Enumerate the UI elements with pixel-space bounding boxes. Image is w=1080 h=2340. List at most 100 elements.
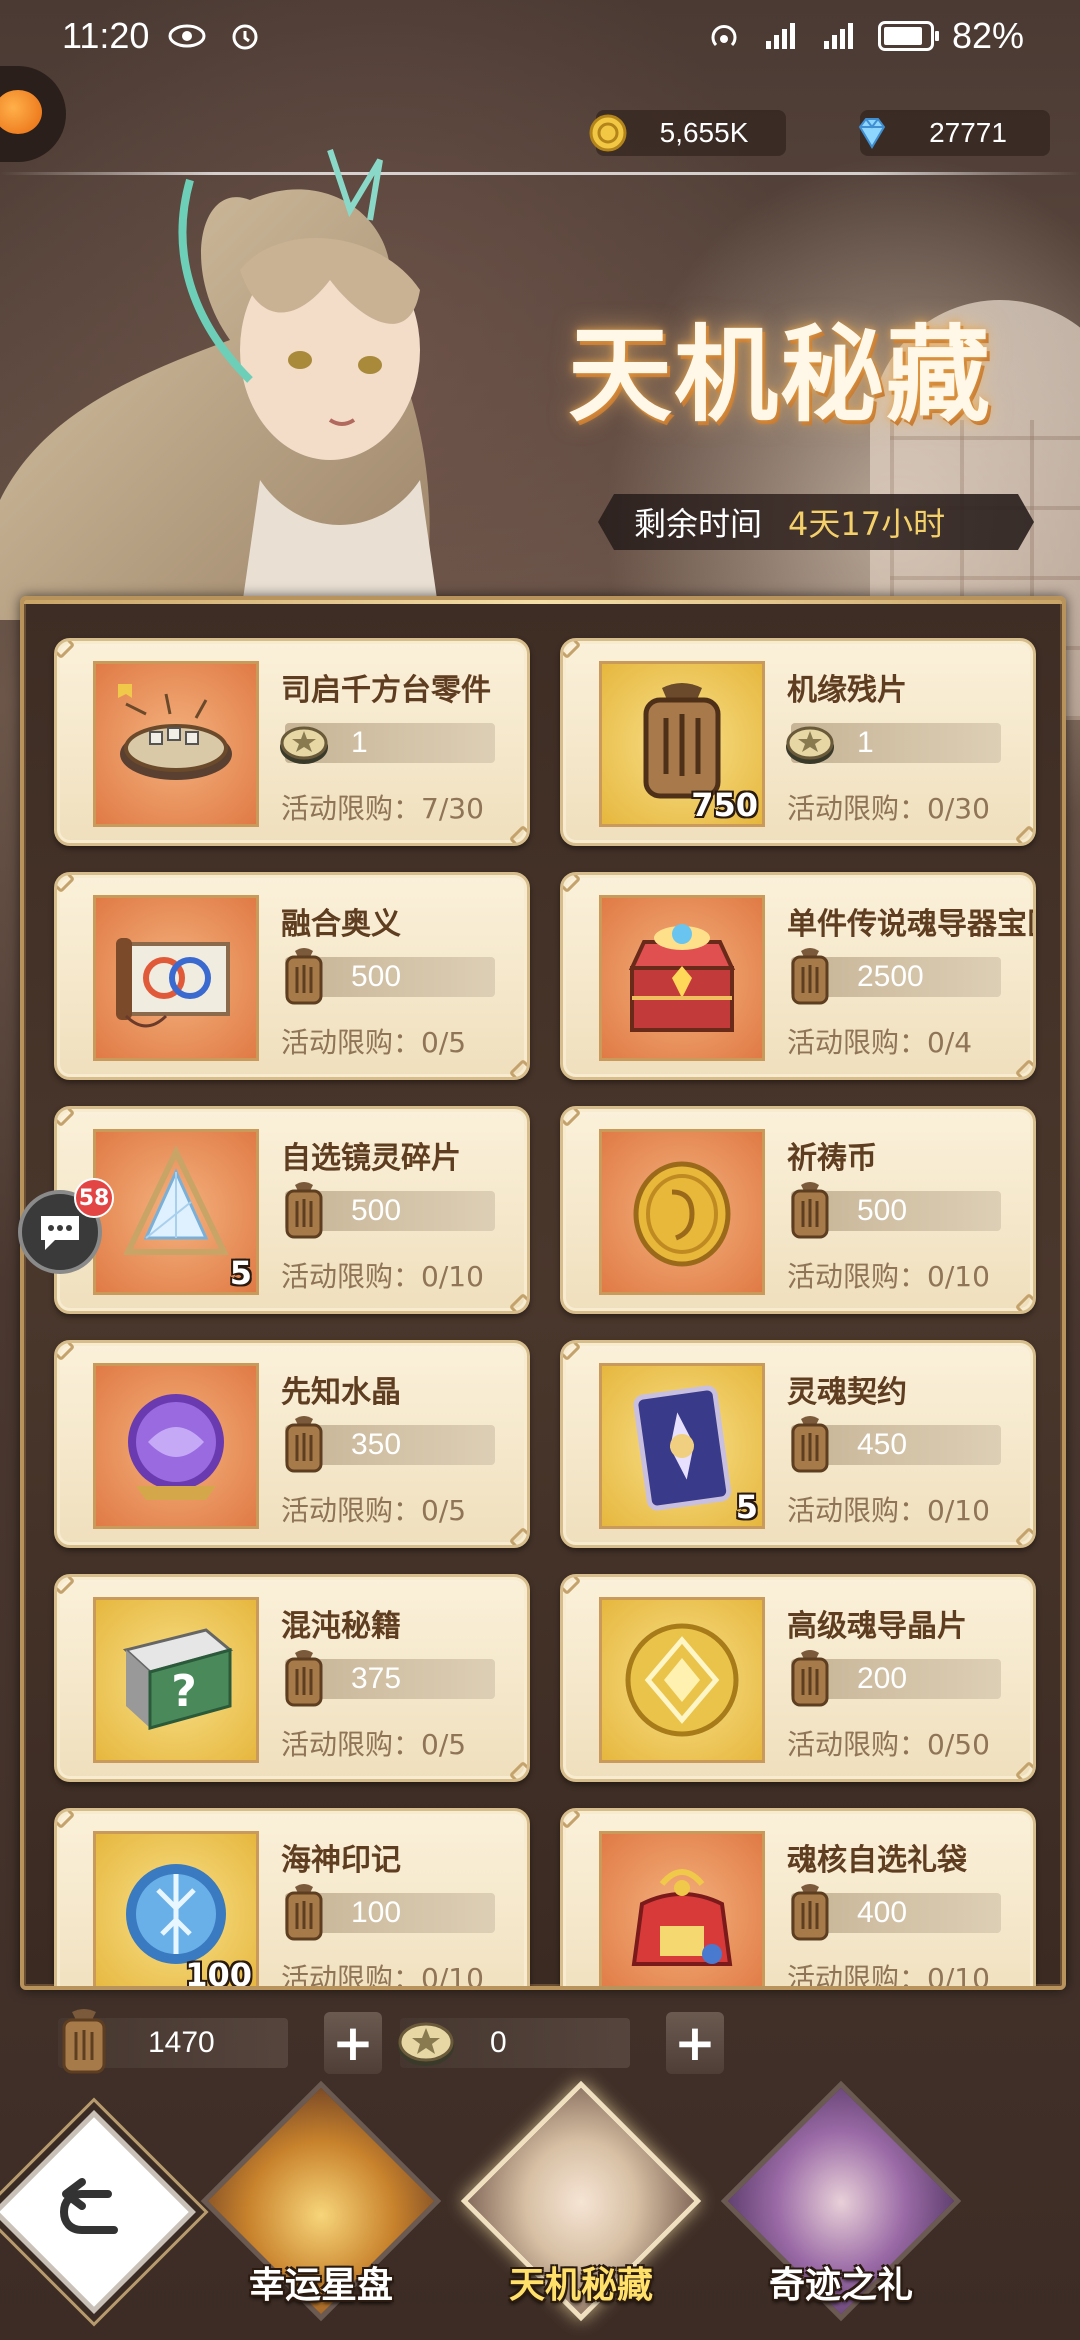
purchase-limit: 活动限购：7/30 — [281, 787, 484, 827]
limit-label: 活动限购： — [787, 1026, 928, 1059]
price-value: 500 — [351, 960, 402, 993]
limit-label: 活动限购： — [787, 1962, 928, 1990]
item-price[interactable]: 200 — [791, 1650, 1001, 1707]
item-quantity: 5 — [735, 1488, 758, 1526]
add-tag-token-button[interactable]: + — [324, 2012, 382, 2074]
item-name: 司启千方台零件 — [281, 673, 491, 708]
diamond-icon — [858, 118, 886, 149]
purchase-limit: 活动限购：0/50 — [787, 1723, 990, 1763]
star-coin-balance: 0 — [398, 2018, 630, 2068]
item-price[interactable]: 450 — [791, 1416, 1001, 1473]
purchase-limit: 活动限购：0/10 — [281, 1957, 484, 1986]
tag-token-balance: 1470 — [58, 2009, 288, 2074]
limit-label: 活动限购： — [281, 1026, 422, 1059]
clock: 11:20 — [62, 15, 150, 56]
item-price[interactable]: 100 — [285, 1884, 495, 1941]
item-price[interactable]: 375 — [285, 1650, 495, 1707]
tag-token-icon — [783, 945, 837, 1007]
tag-token-icon — [783, 1881, 837, 1943]
shop-item-card[interactable]: 魂核自选礼袋 400 活动限购：0/10 — [560, 1808, 1036, 1990]
price-value: 200 — [857, 1662, 908, 1695]
price-value: 350 — [351, 1428, 402, 1461]
shop-panel: 司启千方台零件 1 活动限购：7/30 750 机缘残片 1 活动限购：0/30 融合奥义 50… — [20, 596, 1066, 1990]
tag-token-icon — [783, 1179, 837, 1241]
svg-text:?: ? — [171, 1666, 197, 1717]
limit-label: 活动限购： — [787, 792, 928, 825]
item-price[interactable]: 500 — [285, 948, 495, 1005]
item-name: 高级魂导晶片 — [787, 1609, 967, 1644]
item-quantity: 5 — [229, 1254, 252, 1292]
tag-token-icon — [277, 1647, 331, 1709]
tab-label: 天机秘藏 — [508, 2264, 653, 2306]
price-value: 400 — [857, 1896, 908, 1929]
price-value: 100 — [351, 1896, 402, 1929]
limit-value: 0/5 — [421, 1026, 467, 1059]
purchase-limit: 活动限购：0/10 — [281, 1255, 484, 1295]
limit-label: 活动限购： — [787, 1728, 928, 1761]
item-name: 先知水晶 — [281, 1375, 401, 1410]
gold-currency[interactable]: 5,655K — [589, 110, 786, 156]
price-value: 500 — [857, 1194, 908, 1227]
limit-label: 活动限购： — [281, 792, 422, 825]
shop-item-card[interactable]: 750 机缘残片 1 活动限购：0/30 — [560, 638, 1036, 846]
tab-secret-treasure[interactable]: 天机秘藏 — [460, 2080, 702, 2338]
crystal-ball-icon — [93, 1363, 259, 1529]
alarm-icon — [232, 24, 258, 50]
limit-value: 0/30 — [927, 792, 990, 825]
limit-value: 0/5 — [421, 1728, 467, 1761]
diamond-currency[interactable]: 27771 — [858, 110, 1050, 156]
limit-label: 活动限购： — [787, 1494, 928, 1527]
shop-item-card[interactable]: 先知水晶 350 活动限购：0/5 — [54, 1340, 530, 1548]
shop-item-card[interactable]: 5 灵魂契约 450 活动限购：0/10 — [560, 1340, 1036, 1548]
limit-value: 7/30 — [421, 792, 484, 825]
limit-label: 活动限购： — [281, 1260, 422, 1293]
shop-item-card[interactable]: 祈祷币 500 活动限购：0/10 — [560, 1106, 1036, 1314]
gift-bag-icon — [599, 1831, 765, 1986]
item-price[interactable]: 350 — [285, 1416, 495, 1473]
star-coin-amount: 0 — [490, 2026, 507, 2059]
prayer-coin-icon — [599, 1129, 765, 1295]
shop-item-card[interactable]: 100 海神印记 100 活动限购：0/10 — [54, 1808, 530, 1986]
item-price[interactable]: 500 — [285, 1182, 495, 1239]
limit-value: 0/10 — [927, 1260, 990, 1293]
add-star-coin-button[interactable]: + — [666, 2012, 724, 2074]
tag-token-icon — [277, 945, 331, 1007]
token-tag-icon: 750 — [599, 661, 765, 827]
signal-icon-2 — [823, 23, 853, 49]
item-price[interactable]: 500 — [791, 1182, 1001, 1239]
scroll-icon — [93, 895, 259, 1061]
event-timer: 剩余时间 4天17小时 — [598, 494, 1034, 550]
item-price[interactable]: 400 — [791, 1884, 1001, 1941]
price-value: 500 — [351, 1194, 402, 1227]
tag-token-amount: 1470 — [148, 2026, 215, 2059]
item-price[interactable]: 1 — [280, 723, 495, 764]
item-name: 祈祷币 — [787, 1141, 877, 1176]
star-coin-icon — [277, 711, 331, 773]
timer-value: 4天17小时 — [788, 505, 946, 543]
shop-item-card[interactable]: 单件传说魂导器宝匣 2500 活动限购：0/4 — [560, 872, 1036, 1080]
limit-value: 0/10 — [927, 1494, 990, 1527]
event-title: 天机秘藏 — [568, 313, 993, 436]
item-price[interactable]: 1 — [786, 723, 1001, 764]
tab-miracle-gift[interactable]: 奇迹之礼 — [720, 2080, 962, 2338]
battery-icon — [877, 21, 939, 51]
price-value: 375 — [351, 1662, 402, 1695]
purchase-limit: 活动限购：0/10 — [787, 1255, 990, 1295]
battery-level: 82% — [951, 15, 1024, 56]
price-value: 2500 — [857, 960, 924, 993]
limit-value: 0/10 — [421, 1260, 484, 1293]
tab-lucky-star[interactable]: 幸运星盘 — [200, 2080, 442, 2338]
platform-parts-icon — [93, 661, 259, 827]
crystal-shard-icon: 5 — [93, 1129, 259, 1295]
shop-item-card[interactable]: 5 自选镜灵碎片 500 活动限购：0/10 — [54, 1106, 530, 1314]
shop-item-card[interactable]: 融合奥义 500 活动限购：0/5 — [54, 872, 530, 1080]
shop-item-card[interactable]: ? 混沌秘籍 375 活动限购：0/5 — [54, 1574, 530, 1782]
item-price[interactable]: 2500 — [791, 948, 1001, 1005]
shop-item-card[interactable]: 司启千方台零件 1 活动限购：7/30 — [54, 638, 530, 846]
tag-token-icon — [783, 1413, 837, 1475]
item-name: 融合奥义 — [281, 907, 401, 942]
tag-token-icon — [783, 1647, 837, 1709]
price-value: 1 — [351, 726, 368, 759]
sea-god-orb-icon: 100 — [93, 1831, 259, 1986]
shop-item-card[interactable]: 高级魂导晶片 200 活动限购：0/50 — [560, 1574, 1036, 1782]
